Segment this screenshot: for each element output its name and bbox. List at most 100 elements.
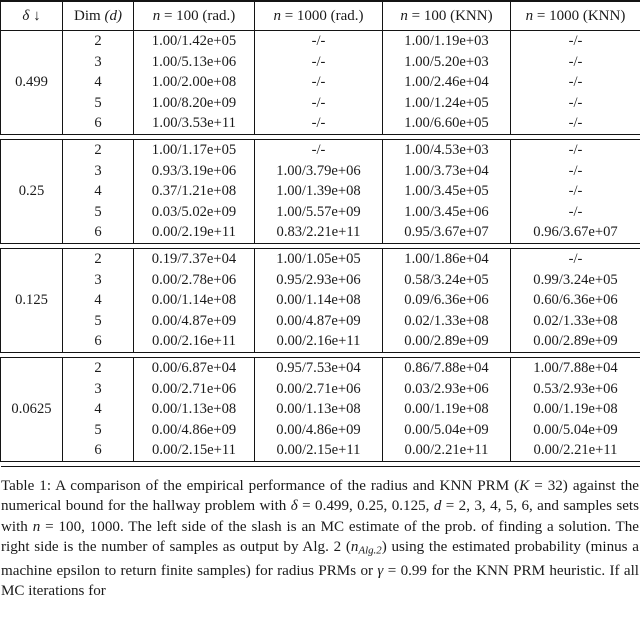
value-n1000-knn: -/-	[510, 51, 640, 73]
table-row: 4 1.00/2.00e+08 -/- 1.00/2.46e+04 -/-	[1, 72, 640, 93]
table-caption: Table 1: A comparison of the empirical p…	[0, 476, 640, 602]
value-n1000-knn: 0.02/1.33e+08	[510, 310, 640, 332]
value-n1000-knn: 0.53/2.93e+06	[510, 378, 640, 400]
value-n1000-radius: 1.00/3.79e+06	[254, 160, 383, 182]
dim-value: 3	[62, 378, 134, 400]
dim-value: 5	[62, 419, 134, 441]
table-row: 6 0.00/2.16e+11 0.00/2.16e+11 0.00/2.89e+09…	[1, 331, 640, 353]
value-n100-knn: 0.86/7.88e+04	[382, 356, 511, 379]
table-row: 3 0.93/3.19e+06 1.00/3.79e+06 1.00/3.73e+04…	[1, 160, 640, 182]
dim-value: 4	[62, 399, 134, 420]
value-n1000-knn: 0.00/2.89e+09	[510, 331, 640, 353]
table-row: 6 1.00/3.53e+11 -/- 1.00/6.60e+05 -/-	[1, 113, 640, 135]
table-row: 4 0.00/1.14e+08 0.00/1.14e+08 0.09/6.36e+06…	[1, 290, 640, 311]
header-dim: Dim (d)	[62, 0, 134, 31]
caption-text-1: A comparison of the empirical performanc…	[51, 477, 520, 494]
caption-k-variable: K	[519, 477, 530, 494]
value-n100-radius: 0.00/2.71e+06	[133, 378, 255, 400]
separator-cell	[133, 460, 255, 467]
value-n100-radius: 1.00/2.00e+08	[133, 72, 255, 93]
table-row: 0.25 2 1.00/1.17e+05 -/- 1.00/4.53e+03 -/-	[0, 138, 640, 244]
value-n100-knn: 0.00/2.89e+09	[382, 331, 511, 353]
dim-value: 3	[62, 269, 134, 291]
table-figure-page: δ ↓ Dim (d) n = 100 (rad.) n = 1000 (rad.) n…	[0, 0, 640, 631]
dim-value: 6	[62, 440, 134, 462]
table-row: 6 0.00/2.15e+11 0.00/2.15e+11 0.00/2.21e+11…	[1, 440, 640, 462]
value-n100-knn: 1.00/5.20e+03	[382, 51, 511, 73]
dim-value: 4	[62, 290, 134, 311]
dim-value: 4	[62, 72, 134, 93]
table-row: 5 0.03/5.02e+09 1.00/5.57e+09 1.00/3.45e+06…	[1, 201, 640, 223]
dim-value: 3	[62, 51, 134, 73]
separator-cell	[382, 460, 511, 467]
value-n100-knn: 0.95/3.67e+07	[382, 222, 511, 244]
value-n1000-knn: -/-	[510, 113, 640, 135]
value-n1000-knn: -/-	[510, 181, 640, 202]
value-n100-knn: 1.00/6.60e+05	[382, 113, 511, 135]
separator-cell	[510, 460, 640, 467]
dim-value: 5	[62, 92, 134, 114]
table-row: 3 0.00/2.71e+06 0.00/2.71e+06 0.03/2.93e+06…	[1, 378, 640, 400]
value-n100-knn: 1.00/4.53e+03	[382, 138, 511, 161]
value-n1000-radius: -/-	[254, 72, 383, 93]
dim-value: 2	[62, 138, 134, 161]
value-n100-knn: 1.00/2.46e+04	[382, 72, 511, 93]
dim-value: 5	[62, 201, 134, 223]
dim-value: 3	[62, 160, 134, 182]
value-n1000-radius: -/-	[254, 138, 383, 161]
value-n100-knn: 0.00/2.21e+11	[382, 440, 511, 462]
table-row: 0.0625 2 0.00/6.87e+04 0.95/7.53e+04 0.86/7.…	[0, 356, 640, 462]
value-n1000-knn: -/-	[510, 201, 640, 223]
header-n100-radius: n = 100 (rad.)	[133, 0, 255, 31]
value-n100-radius: 0.19/7.37e+04	[133, 247, 255, 270]
value-n1000-radius: 1.00/1.39e+08	[254, 181, 383, 202]
value-n1000-radius: -/-	[254, 30, 383, 52]
value-n100-radius: 0.00/2.19e+11	[133, 222, 255, 244]
separator-cell	[62, 460, 134, 467]
table-row: 3 1.00/5.13e+06 -/- 1.00/5.20e+03 -/-	[1, 51, 640, 73]
value-n1000-radius: -/-	[254, 92, 383, 114]
header-delta: δ ↓	[0, 0, 63, 31]
value-n100-radius: 0.00/1.14e+08	[133, 290, 255, 311]
value-n1000-knn: -/-	[510, 72, 640, 93]
table-row: 0.499 2 1.00/1.42e+05 -/- 1.00/1.19e+03 -/-	[0, 30, 640, 135]
value-n1000-radius: 1.00/1.05e+05	[254, 247, 383, 270]
value-n1000-knn: 0.00/1.19e+08	[510, 399, 640, 420]
value-n1000-knn: 0.96/3.67e+07	[510, 222, 640, 244]
value-n1000-radius: 0.00/2.71e+06	[254, 378, 383, 400]
value-n100-radius: 0.93/3.19e+06	[133, 160, 255, 182]
delta-value: 0.125	[0, 247, 63, 353]
delta-value: 0.25	[0, 138, 63, 244]
value-n1000-radius: -/-	[254, 51, 383, 73]
dim-value: 6	[62, 113, 134, 135]
header-n100-knn: n = 100 (KNN)	[382, 0, 511, 31]
value-n1000-radius: -/-	[254, 113, 383, 135]
value-n1000-radius: 0.00/1.14e+08	[254, 290, 383, 311]
table-row: 4 0.37/1.21e+08 1.00/1.39e+08 1.00/3.45e+05…	[1, 181, 640, 202]
value-n100-knn: 0.00/1.19e+08	[382, 399, 511, 420]
value-n100-radius: 1.00/3.53e+11	[133, 113, 255, 135]
value-n100-knn: 0.00/5.04e+09	[382, 419, 511, 441]
value-n1000-knn: -/-	[510, 92, 640, 114]
value-n1000-radius: 0.83/2.21e+11	[254, 222, 383, 244]
value-n1000-knn: -/-	[510, 160, 640, 182]
dim-value: 2	[62, 30, 134, 52]
value-n100-radius: 0.00/2.15e+11	[133, 440, 255, 462]
delta-value: 0.499	[0, 30, 63, 135]
value-n1000-radius: 0.00/2.15e+11	[254, 440, 383, 462]
value-n100-radius: 1.00/5.13e+06	[133, 51, 255, 73]
value-n100-knn: 0.02/1.33e+08	[382, 310, 511, 332]
dim-value: 6	[62, 331, 134, 353]
value-n1000-knn: -/-	[510, 30, 640, 52]
table-header-row: δ ↓ Dim (d) n = 100 (rad.) n = 1000 (rad.) n…	[0, 0, 640, 31]
value-n100-radius: 0.00/6.87e+04	[133, 356, 255, 379]
value-n100-knn: 1.00/3.45e+05	[382, 181, 511, 202]
caption-label: Table 1:	[1, 477, 52, 494]
value-n100-radius: 0.00/2.78e+06	[133, 269, 255, 291]
value-n100-radius: 0.00/4.86e+09	[133, 419, 255, 441]
table-row: 6 0.00/2.19e+11 0.83/2.21e+11 0.95/3.67e+07…	[1, 222, 640, 244]
table-row: 3 0.00/2.78e+06 0.95/2.93e+06 0.58/3.24e+05…	[1, 269, 640, 291]
table-row: 4 0.00/1.13e+08 0.00/1.13e+08 0.00/1.19e+08…	[1, 399, 640, 420]
value-n100-knn: 1.00/1.19e+03	[382, 30, 511, 52]
separator-cell	[254, 460, 383, 467]
